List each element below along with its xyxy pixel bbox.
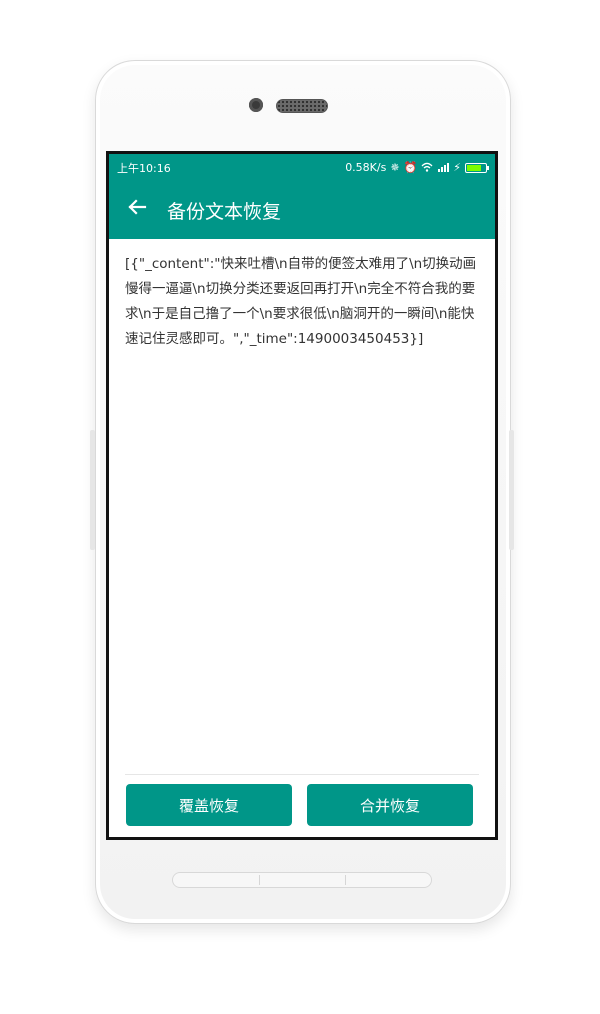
status-bar: 上午10:16 0.58K/s ✵ ⏰ ⚡ [109,154,495,181]
phone-side-button-left [90,430,95,550]
overwrite-restore-button[interactable]: 覆盖恢复 [126,784,292,826]
charging-icon: ⚡ [453,161,461,174]
battery-icon [465,162,489,173]
home-bar-separator [345,875,346,885]
earpiece-speaker [276,99,328,113]
network-speed: 0.58K/s [345,161,387,174]
app-bar: 备份文本恢复 [109,181,495,239]
front-camera [249,98,263,112]
page-title: 备份文本恢复 [167,200,282,223]
home-button-bar[interactable] [172,872,432,888]
signal-icon [437,162,450,174]
arrow-left-icon [127,197,147,223]
phone-side-button-right [509,430,514,550]
status-time: 上午10:16 [117,161,171,175]
status-icons: 0.58K/s ✵ ⏰ ⚡ [345,161,489,174]
sync-icon: ✵ [390,161,400,174]
backup-content-text: [{"_content":"快来吐槽\n自带的便签太难用了\n切换动画慢得一逼逼… [125,256,477,347]
wifi-icon [421,162,433,174]
alarm-icon: ⏰ [403,161,418,174]
divider [125,774,479,775]
home-bar-separator [259,875,260,885]
back-button[interactable] [109,181,165,239]
merge-restore-button[interactable]: 合并恢复 [307,784,473,826]
screen: 上午10:16 0.58K/s ✵ ⏰ ⚡ 备份文本恢复 [{"_content… [106,151,498,840]
battery-level [467,164,481,171]
